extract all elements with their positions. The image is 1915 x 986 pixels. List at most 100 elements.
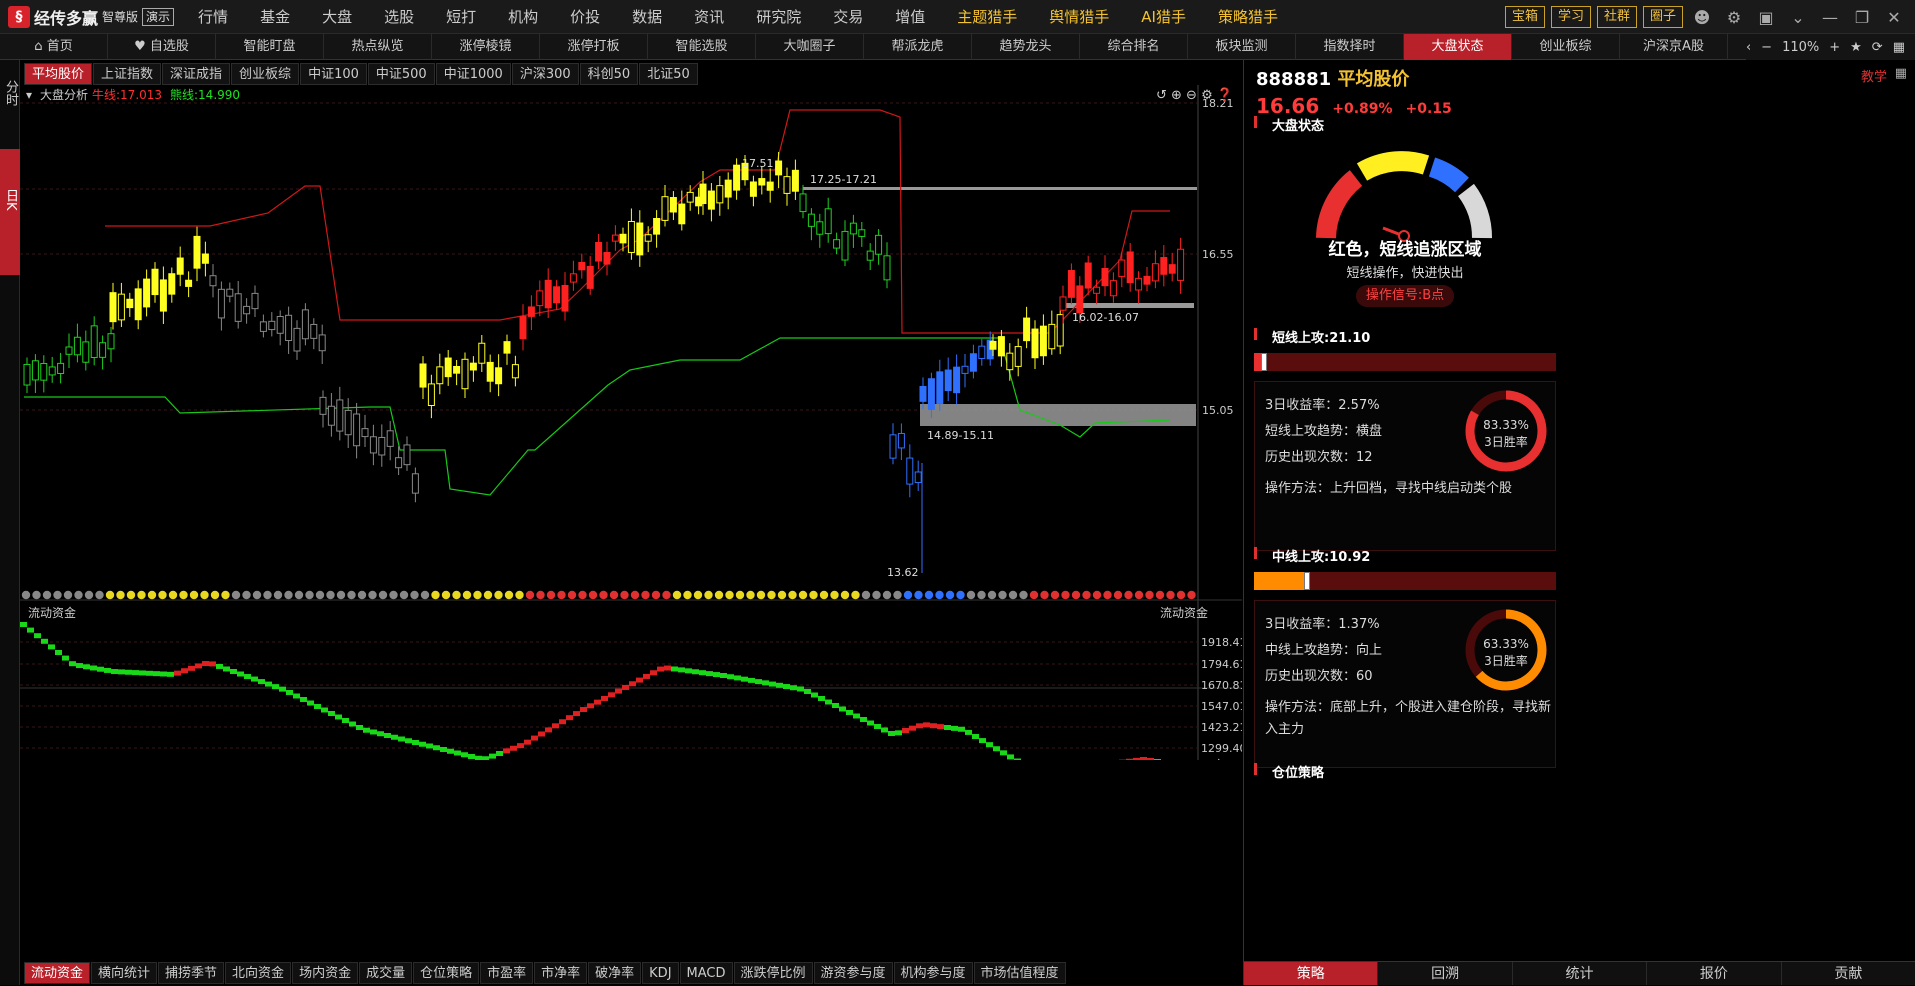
daily-k-tab[interactable]: 日K	[0, 149, 20, 275]
price-chart[interactable]: 18.2116.5515.051918.411794.611670.811547…	[20, 85, 1242, 760]
chevron-down-icon[interactable]: ⌄	[1785, 8, 1811, 27]
tab-12[interactable]: 指数择时	[1296, 34, 1404, 60]
nav-item-3[interactable]: 选股	[368, 6, 430, 27]
indicator-tab-5[interactable]: 成交量	[359, 962, 412, 984]
indicator-tab-8[interactable]: 市净率	[534, 962, 587, 984]
price-axis-label: 15.05	[1202, 404, 1234, 417]
index-tab-7[interactable]: 沪深300	[512, 63, 579, 85]
tab-5[interactable]: 涨停打板	[540, 34, 648, 60]
tab-10[interactable]: 综合排名	[1080, 34, 1188, 60]
index-tab-5[interactable]: 中证500	[368, 63, 435, 85]
tab-15[interactable]: 沪深京A股	[1620, 34, 1728, 60]
indicator-tab-15[interactable]: 市场估值程度	[974, 962, 1066, 984]
nav-hunter-0[interactable]: 主题猎手	[941, 6, 1033, 27]
candle-body	[186, 280, 192, 286]
nav-hunter-3[interactable]: 策略猎手	[1202, 6, 1294, 27]
indicator-tab-2[interactable]: 捕捞季节	[158, 962, 224, 984]
status-dot	[410, 591, 418, 599]
nav-hunter-1[interactable]: 舆情猎手	[1033, 6, 1125, 27]
tab-11[interactable]: 板块监测	[1188, 34, 1296, 60]
index-tab-3[interactable]: 创业板综	[231, 63, 299, 85]
nav-item-5[interactable]: 机构	[492, 6, 554, 27]
tab-13[interactable]: 大盘状态	[1404, 34, 1512, 60]
learn-button[interactable]: 学习	[1551, 6, 1591, 28]
nav-item-9[interactable]: 研究院	[740, 6, 817, 27]
chart-collapse-icon: ▾	[26, 88, 32, 102]
index-tab-0[interactable]: 平均股价	[24, 63, 92, 85]
community-button[interactable]: 社群	[1597, 6, 1637, 28]
index-tab-8[interactable]: 科创50	[580, 63, 639, 85]
index-tab-2[interactable]: 深证成指	[162, 63, 230, 85]
refresh-icon[interactable]: ⟳	[1872, 40, 1883, 55]
user-icon[interactable]: ☻	[1689, 8, 1715, 27]
flow-step	[951, 726, 958, 731]
nav-item-1[interactable]: 基金	[244, 6, 306, 27]
zoom-out-icon[interactable]: −	[1761, 40, 1772, 55]
tab-2[interactable]: 智能盯盘	[216, 34, 324, 60]
minimize-icon[interactable]: —	[1817, 8, 1843, 27]
panel-footer-tab-1[interactable]: 回溯	[1378, 962, 1512, 985]
indicator-tab-11[interactable]: MACD	[680, 962, 733, 984]
nav-item-4[interactable]: 短打	[430, 6, 492, 27]
nav-hunter-2[interactable]: AI猎手	[1125, 6, 1202, 27]
layout-icon[interactable]: ▦	[1895, 66, 1907, 81]
zoom-in-icon[interactable]: +	[1829, 40, 1840, 55]
indicator-tab-1[interactable]: 横向统计	[91, 962, 157, 984]
tutorial-link[interactable]: 教学	[1861, 66, 1887, 85]
tab-3[interactable]: 热点纵览	[324, 34, 432, 60]
candle-body	[604, 252, 610, 264]
tab-1[interactable]: ♥ 自选股	[108, 34, 216, 60]
status-dot	[137, 591, 145, 599]
indicator-tab-6[interactable]: 仓位策略	[413, 962, 479, 984]
status-dot	[74, 591, 82, 599]
panel-footer-tab-3[interactable]: 报价	[1647, 962, 1781, 985]
index-tab-6[interactable]: 中证1000	[436, 63, 511, 85]
nav-item-11[interactable]: 增值	[879, 6, 941, 27]
star-icon[interactable]: ★	[1850, 40, 1862, 55]
indicator-tab-0[interactable]: 流动资金	[24, 962, 90, 984]
tab-6[interactable]: 智能选股	[648, 34, 756, 60]
indicator-tab-14[interactable]: 机构参与度	[894, 962, 973, 984]
tab-8[interactable]: 帮派龙虎	[864, 34, 972, 60]
nav-item-0[interactable]: 行情	[182, 6, 244, 27]
tab-9[interactable]: 趋势龙头	[972, 34, 1080, 60]
status-dot	[841, 591, 849, 599]
indicator-tab-3[interactable]: 北向资金	[225, 962, 291, 984]
close-icon[interactable]: ✕	[1881, 8, 1907, 27]
indicator-tab-4[interactable]: 场内资金	[292, 962, 358, 984]
intraday-tab[interactable]: 分时	[0, 80, 20, 120]
operation-signal-badge[interactable]: 操作信号:B点	[1356, 285, 1454, 307]
chevron-left-icon[interactable]: ‹	[1746, 40, 1751, 55]
nav-item-10[interactable]: 交易	[817, 6, 879, 27]
index-tab-1[interactable]: 上证指数	[93, 63, 161, 85]
tab-14[interactable]: 创业板综	[1512, 34, 1620, 60]
index-tab-4[interactable]: 中证100	[300, 63, 367, 85]
nav-item-2[interactable]: 大盘	[306, 6, 368, 27]
tab-0[interactable]: ⌂ 首页	[0, 34, 108, 60]
window-icon[interactable]: ▣	[1753, 8, 1779, 27]
index-tab-9[interactable]: 北证50	[639, 63, 698, 85]
nav-item-6[interactable]: 价投	[554, 6, 616, 27]
nav-item-7[interactable]: 数据	[616, 6, 678, 27]
restore-icon[interactable]: ❐	[1849, 8, 1875, 27]
demo-badge[interactable]: 演示	[142, 8, 174, 26]
grid-icon[interactable]: ▦	[1893, 40, 1905, 55]
indicator-tab-9[interactable]: 破净率	[588, 962, 641, 984]
treasure-button[interactable]: 宝箱	[1505, 6, 1545, 28]
panel-footer-tab-4[interactable]: 贡献	[1782, 962, 1915, 985]
app-logo[interactable]: § 经传多赢 智尊版 演示	[0, 0, 182, 34]
status-dot	[179, 591, 187, 599]
circle-button[interactable]: 圈子	[1643, 6, 1683, 28]
indicator-tab-7[interactable]: 市盈率	[480, 962, 533, 984]
panel-footer-tab-2[interactable]: 统计	[1513, 962, 1647, 985]
indicator-tab-12[interactable]: 涨跌停比例	[734, 962, 813, 984]
flow-step	[594, 700, 601, 705]
nav-item-8[interactable]: 资讯	[678, 6, 740, 27]
tab-4[interactable]: 涨停棱镜	[432, 34, 540, 60]
indicator-tab-10[interactable]: KDJ	[642, 962, 678, 984]
flow-step	[349, 722, 356, 727]
gear-icon[interactable]: ⚙	[1721, 8, 1747, 27]
indicator-tab-13[interactable]: 游资参与度	[814, 962, 893, 984]
tab-7[interactable]: 大咖圈子	[756, 34, 864, 60]
panel-footer-tab-0[interactable]: 策略	[1244, 962, 1378, 985]
